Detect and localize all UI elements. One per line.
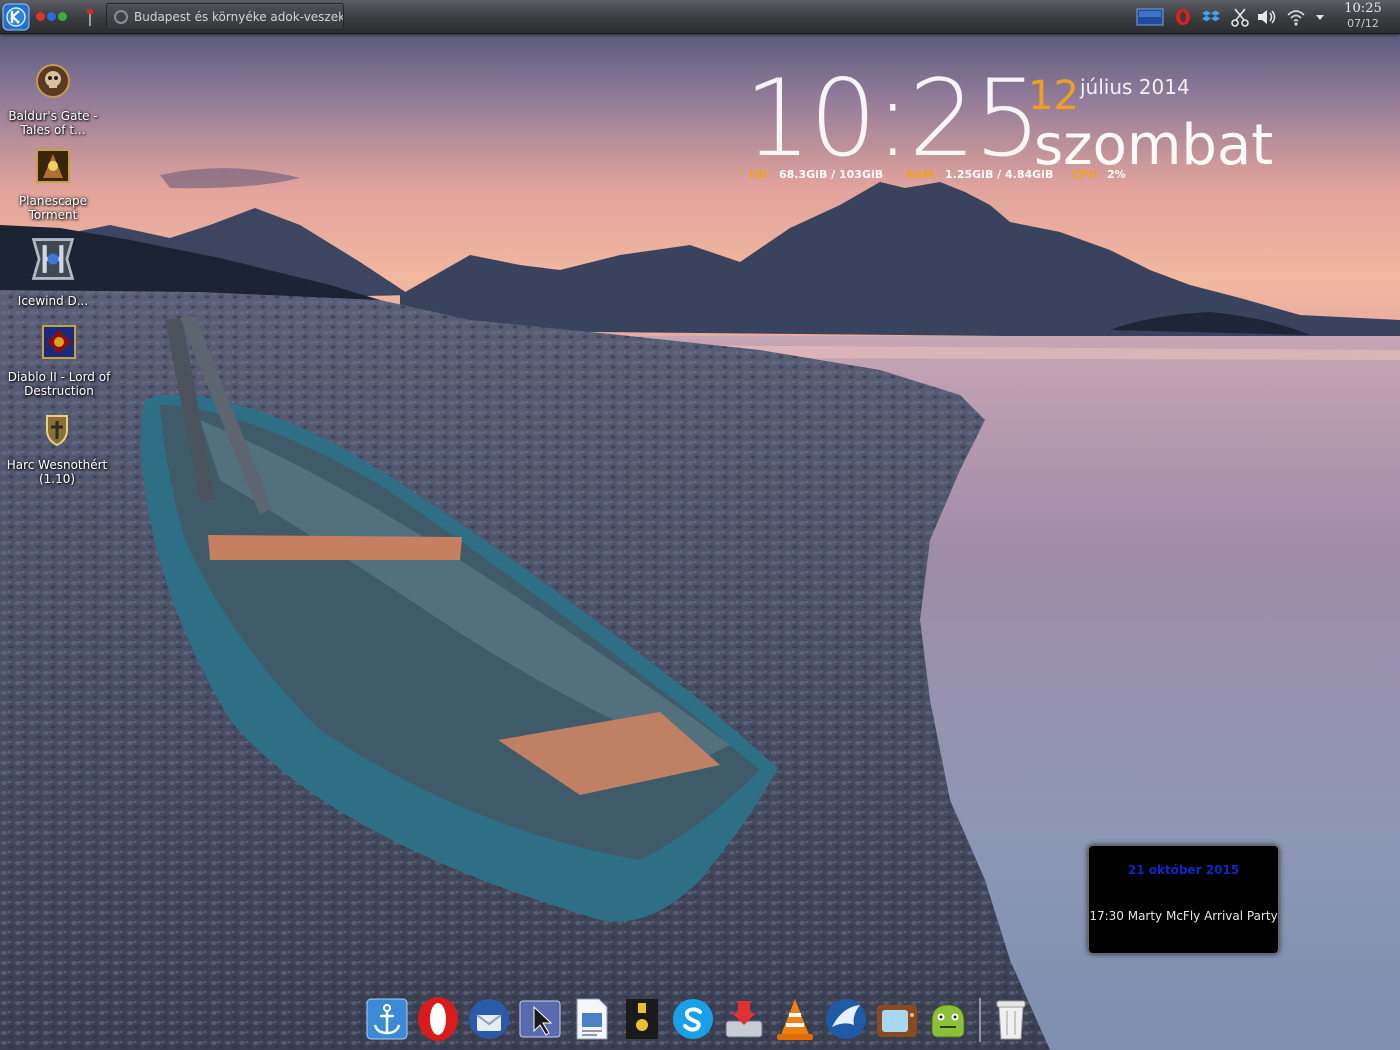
window-controls[interactable] <box>36 12 67 21</box>
planescape-icon <box>36 149 70 183</box>
ram-label: RAM <box>906 168 934 181</box>
scissors-icon[interactable] <box>1230 6 1250 28</box>
dock-document-viewer[interactable] <box>567 995 615 1043</box>
close-dot-icon[interactable] <box>36 12 45 21</box>
pager-icon[interactable] <box>84 6 96 28</box>
browser-icon <box>826 999 866 1039</box>
cpu-value: 2% <box>1107 168 1126 181</box>
opera-icon <box>418 997 458 1041</box>
desktop-icon-label: Diablo II - Lord of Destruction <box>7 370 111 398</box>
dock-screenshot[interactable] <box>516 995 564 1043</box>
opera-tray-icon[interactable] <box>1174 6 1192 28</box>
clock-widget-time: 10:25 <box>744 57 1041 180</box>
dock-separator <box>979 998 981 1042</box>
kde-menu-icon[interactable] <box>2 3 30 31</box>
wesnoth-icon <box>46 415 68 447</box>
dock-thunderbird[interactable] <box>465 995 513 1043</box>
icewind-dale-icon <box>31 238 75 280</box>
taskbar-item-label: Budapest és környéke adok-veszek-b <box>134 9 344 24</box>
dock-anchor[interactable] <box>363 995 411 1043</box>
dock-browser[interactable] <box>822 995 870 1043</box>
usb-icon <box>626 999 658 1039</box>
window-icon <box>114 9 128 24</box>
desktop-icon-wesnoth[interactable]: Harc Wesnothért (1.10) <box>4 412 110 486</box>
dock-vlc[interactable] <box>771 995 819 1043</box>
thunderbird-icon <box>469 999 509 1039</box>
clock-widget-weekday: szombat <box>1034 113 1274 178</box>
dock-android[interactable] <box>924 995 972 1043</box>
trash-icon <box>996 1000 1026 1040</box>
cpu-label: CPU <box>1072 168 1098 181</box>
desktop-icon-label: Harc Wesnothért (1.10) <box>6 458 108 486</box>
wifi-icon[interactable] <box>1286 6 1306 28</box>
maximize-dot-icon[interactable] <box>47 12 56 21</box>
vlc-icon <box>777 999 813 1040</box>
display-icon[interactable] <box>1136 6 1164 28</box>
dock-tv[interactable] <box>873 995 921 1043</box>
anchor-icon <box>366 998 408 1040</box>
android-icon <box>931 1004 965 1038</box>
dock-skype[interactable] <box>669 995 717 1043</box>
dock-trash[interactable] <box>987 995 1035 1043</box>
event-text: 17:30 Marty McFly Arrival Party <box>1089 909 1278 923</box>
taskbar-item[interactable]: Budapest és környéke adok-veszek-b <box>106 3 344 30</box>
event-widget[interactable]: 21 október 2015 17:30 Marty McFly Arriva… <box>1088 845 1279 954</box>
diablo-icon <box>42 325 76 359</box>
clock-widget-day: 12 <box>1028 73 1079 119</box>
event-date: 21 október 2015 <box>1127 863 1240 877</box>
hd-value: 68.3GiB / 103GiB <box>779 168 884 181</box>
minimize-dot-icon[interactable] <box>58 12 67 21</box>
panel-clock[interactable]: 10:25 07/12 <box>1340 1 1386 31</box>
desktop-icon-planescape[interactable]: Planescape Torment <box>0 148 106 222</box>
volume-icon[interactable] <box>1256 6 1278 28</box>
tv-icon <box>877 997 917 1037</box>
panel-clock-date: 07/12 <box>1347 17 1379 30</box>
screenshot-icon <box>519 1000 561 1038</box>
desktop-icon-label: Planescape Torment <box>18 194 88 222</box>
dock-download-manager[interactable] <box>720 995 768 1043</box>
desktop-icon-label: Icewind D... <box>17 294 89 308</box>
ram-value: 1.25GiB / 4.84GiB <box>945 168 1054 181</box>
skype-icon <box>673 999 713 1039</box>
desktop-icon-label: Baldur's Gate - Tales of t... <box>8 109 98 137</box>
dropbox-icon[interactable] <box>1202 6 1222 28</box>
document-viewer-icon <box>576 998 608 1040</box>
desktop-icon-diablo[interactable]: Diablo II - Lord of Destruction <box>6 324 112 398</box>
hd-label: HD <box>749 168 768 181</box>
desktop-icon-icewind-dale[interactable]: Icewind D... <box>0 234 106 308</box>
top-panel: Budapest és környéke adok-veszek-b 10:25… <box>0 0 1400 34</box>
download-manager-icon <box>725 1001 763 1038</box>
panel-clock-time: 10:25 <box>1344 1 1382 16</box>
dock-opera[interactable] <box>414 995 462 1043</box>
dock-usb[interactable] <box>618 995 666 1043</box>
baldurs-gate-icon <box>36 64 70 98</box>
clock-widget-month-year: július 2014 <box>1080 75 1190 99</box>
expand-tray-icon[interactable] <box>1314 6 1326 28</box>
desktop-icon-baldurs-gate[interactable]: Baldur's Gate - Tales of t... <box>0 63 106 137</box>
